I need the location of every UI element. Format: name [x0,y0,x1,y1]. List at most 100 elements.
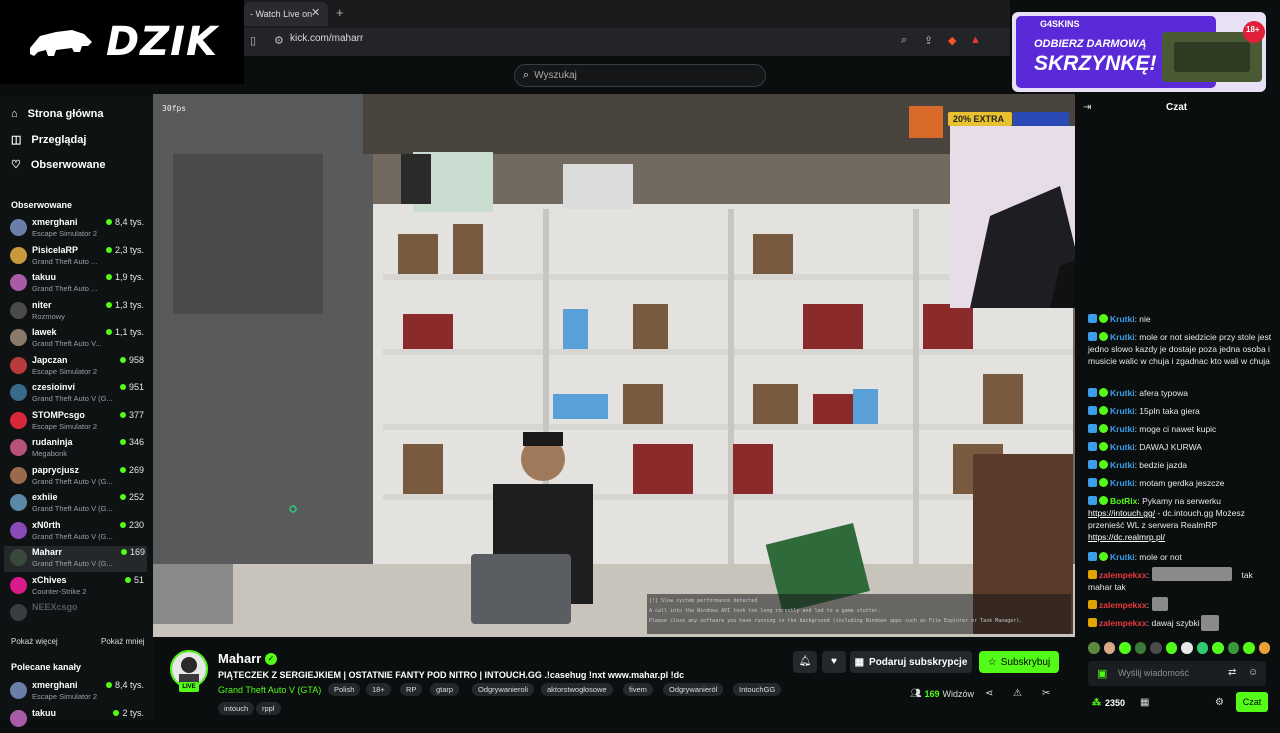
channel-viewers: 951 [119,382,144,392]
subscribe-button[interactable]: ☆ Subskrybuj [979,651,1059,673]
chat-message: zalempekxx: [1088,599,1272,611]
followed-channel-item[interactable]: Maharr Grand Theft Auto V (G... 169 [4,546,147,572]
show-more-button[interactable]: Pokaż więcej [11,637,58,646]
video-player[interactable]: 20% EXTRA [!] Slow system performance de… [153,94,1075,637]
chat-username[interactable]: Krutki [1110,314,1135,324]
nav-home[interactable]: ⌂ Strona główna [11,108,103,120]
chat-username[interactable]: zalempekxx [1099,618,1147,628]
gift-icon[interactable]: ▦ [1140,697,1149,708]
viewer-count: 8,4 tys. [114,217,144,227]
emote-icon[interactable] [1258,642,1270,654]
follow-heart-icon[interactable]: ♥ [822,651,846,673]
chat-username[interactable]: zalempekxx [1099,570,1147,580]
moderator-badge-icon [1088,314,1097,323]
chat-username[interactable]: BotRix [1110,496,1137,506]
emote-icon[interactable] [1243,642,1255,654]
live-dot-icon [119,466,126,473]
followed-channel-item[interactable]: xN0rth Grand Theft Auto V (G... 230 [10,519,146,545]
bookmark-icon[interactable]: ▯ [250,34,256,47]
chat-username[interactable]: Krutki [1110,406,1135,416]
translate-icon[interactable]: ⇄ [1228,667,1236,678]
emote-icon[interactable] [1103,642,1115,654]
gift-subscriptions-button[interactable]: ▦ Podaruj subskrypcje [850,651,972,673]
game-link[interactable]: Grand Theft Auto V (GTA) [218,685,321,695]
clip-icon[interactable]: ✂ [1042,688,1050,699]
channel-name: exhiie [32,492,58,502]
rewards-icon[interactable]: ▲ [970,34,981,46]
chat-username[interactable]: Krutki [1110,460,1135,470]
stream-tag[interactable]: Odgrywanieroli [472,683,535,696]
chat-link[interactable]: https://dc.realmrp.pl/ [1088,532,1165,542]
stream-tag[interactable]: aktorstwogłosowe [541,683,613,696]
nav-following[interactable]: ♡ Obserwowane [11,158,106,172]
stream-tag[interactable]: Odgrywanieról [663,683,724,696]
url-field[interactable]: kick.com/maharr [290,33,363,44]
followed-channel-item[interactable]: xChives Counter-Strike 2 51 [10,574,146,600]
close-icon[interactable]: ✕ [311,6,320,19]
shield-icon[interactable]: ◆ [948,34,956,47]
notification-bell-icon[interactable]: 🔔︎ [793,651,817,673]
chat-username[interactable]: Krutki [1110,552,1135,562]
zoom-icon[interactable]: ⌕ [901,34,907,47]
followed-channel-item[interactable]: lawek Grand Theft Auto V... 1,1 tys. [10,326,146,352]
share-icon[interactable]: ⋖ [985,688,993,699]
channel-points[interactable]: ⁂ 2350 [1092,697,1125,708]
emote-icon[interactable] [1088,642,1100,654]
followed-channel-item[interactable]: rudaninja Megabonk 346 [10,436,146,462]
new-tab-icon[interactable]: + [336,5,344,20]
recommended-channel-item[interactable]: xmerghani Escape Simulator 2 8,4 tys. [10,679,146,705]
site-settings-icon[interactable]: ⚙ [274,34,284,47]
emote-icon[interactable] [1196,642,1208,654]
report-icon[interactable]: ⚠ [1013,688,1022,699]
search-input[interactable]: ⌕ Wyszukaj [514,64,766,87]
emote-icon[interactable] [1119,642,1131,654]
viewer-count: 269 [128,464,144,475]
nav-label: Obserwowane [30,158,106,171]
channel-viewers: 346 [119,437,144,447]
followed-channel-item[interactable]: NEEXcsgo [10,601,146,627]
chat-username[interactable]: Krutki [1110,442,1135,452]
chat-text: bedzie jazda [1139,460,1188,470]
followed-channel-item[interactable]: takuu Grand Theft Auto ... 1,9 tys. [10,271,146,297]
followed-channel-item[interactable]: PisicelaRP Grand Theft Auto ... 2,3 tys. [10,244,146,270]
followed-channel-item[interactable]: Japczan Escape Simulator 2 958 [10,354,146,380]
channel-viewers: 8,4 tys. [105,680,144,690]
gear-icon[interactable]: ⚙ [1215,697,1224,708]
stream-tag[interactable]: rppl [256,702,281,715]
show-less-button[interactable]: Pokaż mniej [101,637,145,646]
stream-tag[interactable]: IntouchGG [733,683,782,696]
followed-channel-item[interactable]: czesioinvi Grand Theft Auto V (G... 951 [10,381,146,407]
chat-username[interactable]: Krutki [1110,332,1135,342]
followed-channel-item[interactable]: niter Rozmowy 1,3 tys. [10,299,146,325]
send-chat-button[interactable]: Czat [1236,692,1268,712]
stream-tag[interactable]: 18+ [366,683,391,696]
followed-channel-item[interactable]: STOMPcsgo Escape Simulator 2 377 [10,409,146,435]
chat-input[interactable]: Wyślij wiadomość [1088,661,1266,686]
chat-username[interactable]: Krutki [1110,424,1135,434]
stream-tag[interactable]: Polish [328,683,361,696]
stream-tag[interactable]: gtarp [430,683,460,696]
nav-browse[interactable]: ◫ Przeglądaj [11,133,86,147]
emote-icon[interactable] [1227,642,1239,654]
emote-icon[interactable] [1150,642,1162,654]
chat-username[interactable]: zalempekxx [1099,600,1147,610]
emote-icon[interactable] [1181,642,1193,654]
recommended-channel-item[interactable]: takuu 2 tys. [10,707,146,733]
collapse-chat-icon[interactable]: ⇥ [1083,102,1091,113]
followed-channel-item[interactable]: paprycjusz Grand Theft Auto V (G... 269 [10,464,146,490]
chat-username[interactable]: Krutki [1110,388,1135,398]
stream-tag[interactable]: fivem [623,683,653,696]
emoji-icon[interactable]: ☺ [1248,667,1258,678]
stream-tag[interactable]: intouch [218,702,255,715]
followed-channel-item[interactable]: exhiie Grand Theft Auto V (G... 252 [10,491,146,517]
followed-channel-item[interactable]: xmerghani Escape Simulator 2 8,4 tys. [10,216,146,242]
emote-icon[interactable] [1165,642,1177,654]
streamer-name[interactable]: Maharr [218,651,261,666]
verified-badge-icon [1099,424,1108,433]
emote-icon[interactable] [1134,642,1146,654]
share-icon[interactable]: ⇪ [924,34,933,47]
emote-icon[interactable] [1212,642,1224,654]
chat-link[interactable]: https://intouch.gg/ [1088,508,1155,518]
chat-username[interactable]: Krutki [1110,478,1135,488]
stream-tag[interactable]: RP [400,683,423,696]
